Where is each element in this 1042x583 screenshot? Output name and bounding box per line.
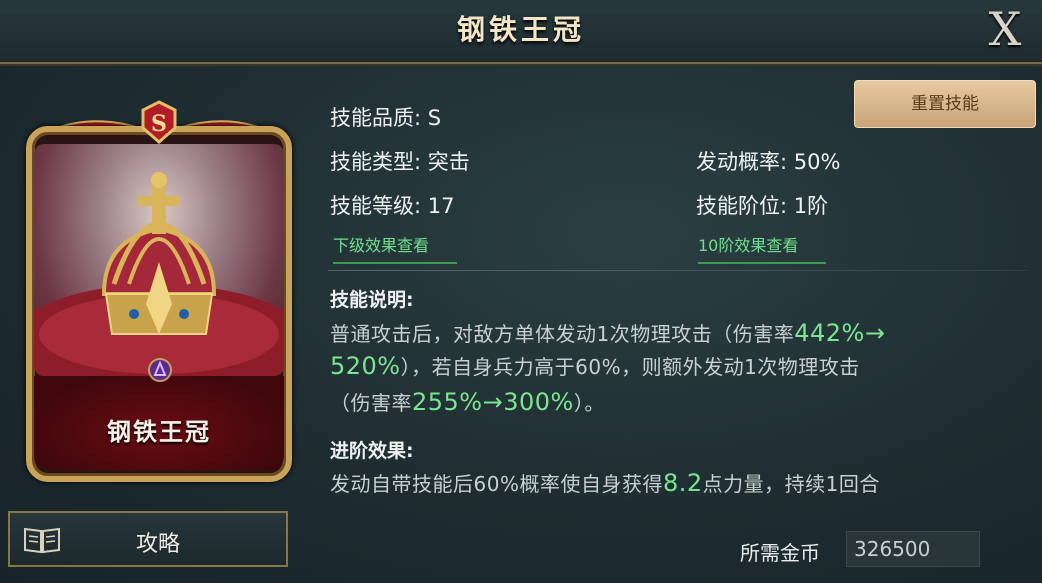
damage-rate-highlight: 255%→300% [412,388,574,416]
skill-rank: 技能阶位: 1阶 [696,194,829,218]
faction-emblem-icon [148,358,172,382]
description-line-2: 520%），若自身兵力高于60%，则额外发动1次物理攻击 [330,351,860,380]
skill-card: 钢铁王冠 S [20,96,298,486]
card-name: 钢铁王冠 [107,418,211,446]
crown-icon [34,172,284,376]
gold-cost-label: 所需金币 [740,541,820,565]
advance-effect-text: 发动自带技能后60%概率使自身获得 [330,472,663,496]
strength-value-highlight: 8.2 [662,469,703,497]
advance-effect-line: 发动自带技能后60%概率使自身获得8.2点力量，持续1回合 [330,468,880,497]
section-divider [328,270,1028,271]
damage-rate-highlight: 442%→ [794,319,886,347]
description-text: ），若自身兵力高于60%，则额外发动1次物理攻击 [400,355,860,379]
description-line-3: （伤害率255%→300%）。 [330,387,605,416]
advance-effect-title: 进阶效果: [330,440,414,462]
trigger-rate: 发动概率: 50% [696,150,841,174]
skill-quality: 技能品质: S [330,106,442,130]
crown-artwork [34,144,284,376]
quality-badge-icon: S [141,100,177,144]
description-title: 技能说明: [330,289,414,311]
close-button[interactable]: X [980,2,1030,56]
rank10-effect-link[interactable]: 10阶效果查看 [698,232,826,264]
damage-rate-highlight: 520% [330,352,401,380]
reset-skill-button[interactable]: 重置技能 [854,80,1036,128]
title-bar: 钢铁王冠 X [0,0,1042,64]
description-text: （伤害率 [330,391,412,415]
page-title: 钢铁王冠 [456,13,585,46]
guide-button[interactable]: 攻略 [8,511,288,567]
description-line-1: 普通攻击后，对敌方单体发动1次物理攻击（伤害率442%→ [330,318,885,347]
guide-button-label: 攻略 [135,532,180,557]
svg-text:S: S [151,111,167,137]
skill-level: 技能等级: 17 [330,194,455,218]
next-level-effect-link[interactable]: 下级效果查看 [333,232,457,264]
gold-cost-value: 326500 [854,537,931,561]
description-text: 普通攻击后，对敌方单体发动1次物理攻击（伤害率 [330,322,795,346]
advance-effect-text: 点力量，持续1回合 [702,472,880,496]
description-text: ）。 [573,391,605,415]
skill-type: 技能类型: 突击 [330,150,470,174]
